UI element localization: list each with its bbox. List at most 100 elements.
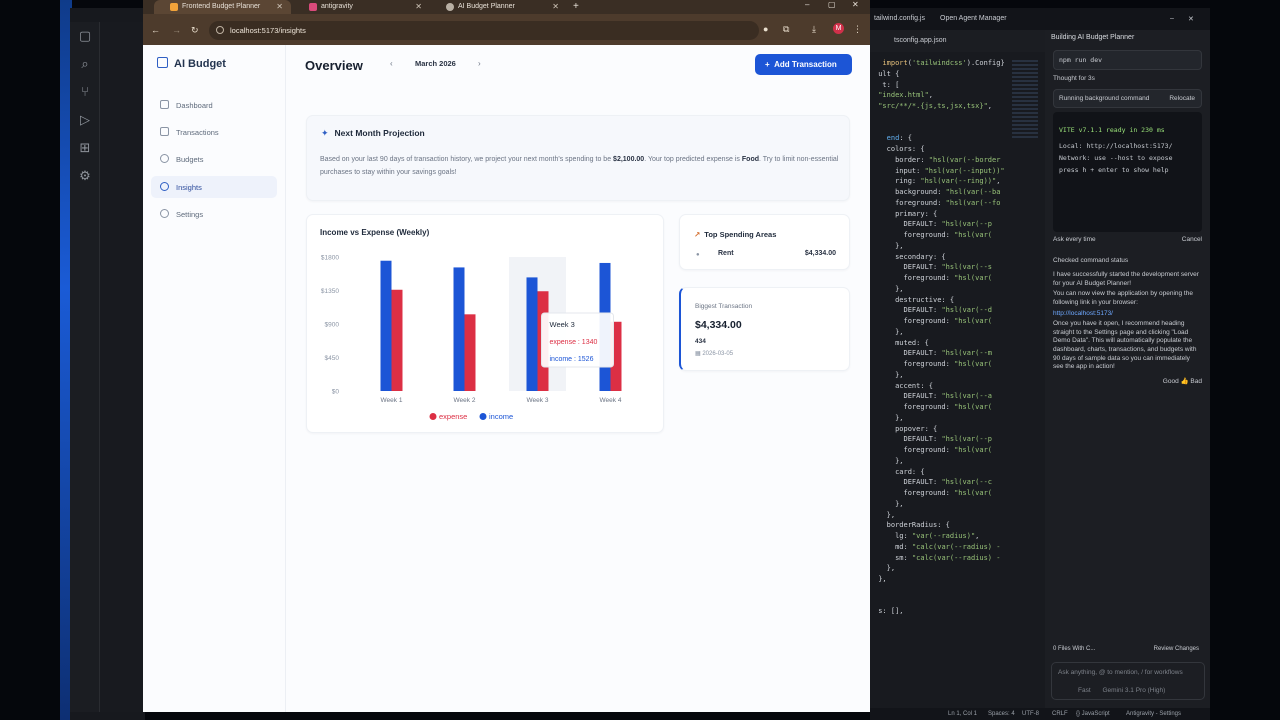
agent-input[interactable]: Ask anything, @ to mention, / for workfl… (1058, 669, 1183, 676)
maximize-icon[interactable]: ▢ (828, 0, 836, 9)
agent-terminal: VITE v7.1.1 ready in 230 ms Local: http:… (1053, 111, 1202, 232)
cancel-button[interactable]: Cancel (1182, 236, 1202, 243)
dashboard-icon (160, 100, 169, 109)
run-icon[interactable]: ▷ (70, 106, 100, 134)
files-changed[interactable]: 0 Files With C... (1053, 646, 1095, 652)
status-spaces[interactable]: Spaces: 4 (988, 711, 1015, 717)
good-button[interactable]: Good (1163, 378, 1179, 385)
extension-icon[interactable]: ● (763, 24, 768, 34)
top-spending-card: ↗ Top Spending Areas ● Rent $4,334.00 (679, 214, 850, 270)
file-tab-tailwind[interactable]: tailwind.config.js (874, 15, 925, 22)
running-command-label: Running background command (1059, 94, 1150, 102)
model-select[interactable]: Gemini 3.1 Pro (High) (1102, 687, 1165, 694)
sidebar-item-settings[interactable]: Settings (151, 203, 277, 225)
open-agent-manager-button[interactable]: Open Agent Manager (940, 15, 1007, 22)
mode-select[interactable]: Fast (1078, 687, 1091, 694)
status-encoding[interactable]: UTF-8 (1022, 711, 1039, 717)
site-info-icon[interactable] (216, 26, 224, 34)
tab-label: AI Budget Planner (458, 3, 515, 10)
puzzle-icon[interactable]: ⧉ (783, 24, 789, 35)
search-icon[interactable]: ⌕ (70, 50, 100, 78)
download-icon[interactable]: ⤓ (812, 24, 816, 35)
new-tab-icon[interactable]: + (573, 1, 579, 12)
projection-text: Based on your last 90 days of transactio… (320, 153, 845, 179)
wallet-icon (157, 57, 168, 68)
status-eol[interactable]: CRLF (1052, 711, 1068, 717)
profile-avatar[interactable]: M (833, 23, 844, 34)
brand[interactable]: AI Budget (157, 57, 226, 70)
nav-label: Dashboard (176, 101, 213, 110)
relocate-button[interactable]: Relocate (1169, 95, 1195, 102)
projection-text-part: . Your top predicted expense is (644, 156, 742, 163)
forward-icon[interactable]: → (172, 25, 181, 35)
next-month-button[interactable]: › (478, 59, 481, 68)
receipt-icon (160, 127, 169, 136)
browser-window: Frontend Budget Planner ✕ antigravity ✕ … (143, 0, 870, 712)
bad-button[interactable]: Bad (1190, 378, 1202, 385)
tab-strip: Frontend Budget Planner ✕ antigravity ✕ … (143, 0, 870, 14)
prev-month-button[interactable]: ‹ (390, 59, 393, 68)
browser-menu-icon[interactable]: ⋮ (853, 24, 862, 35)
extensions-icon[interactable]: ⊞ (70, 134, 100, 162)
tab-close-icon[interactable]: ✕ (276, 2, 283, 11)
sidebar-item-budgets[interactable]: Budgets (151, 148, 277, 170)
ask-every-time-select[interactable]: Ask every time (1053, 236, 1096, 243)
bar-income-2 (453, 267, 465, 391)
category-dot-icon: ● (696, 252, 700, 258)
agent-msg-3: Once you have it open, I recommend headi… (1053, 320, 1197, 371)
agent-msg-link[interactable]: http://localhost:5173/ (1045, 309, 1210, 320)
url-field[interactable]: localhost:5173/insights (209, 21, 759, 40)
add-transaction-button[interactable]: + Add Transaction (755, 54, 852, 75)
window-close-icon[interactable]: ✕ (1188, 15, 1194, 23)
sidebar: AI Budget Dashboard Transactions Budgets… (143, 45, 286, 712)
checked-status: Checked command status (1053, 256, 1129, 264)
y-tick-label: $450 (325, 355, 340, 362)
status-settings[interactable]: Antigravity - Settings (1126, 711, 1181, 717)
budget-app: AI Budget Dashboard Transactions Budgets… (143, 45, 870, 712)
minimize-icon[interactable]: – (805, 0, 809, 9)
file-tab-tsconfig[interactable]: tsconfig.app.json (894, 37, 947, 44)
agent-thought[interactable]: Thought for 3s (1045, 74, 1210, 85)
sidebar-item-insights[interactable]: Insights (151, 176, 277, 198)
tab-favicon-icon (309, 3, 317, 11)
code-editor[interactable]: import('tailwindcss').Config} ult { t: [… (870, 52, 1045, 712)
reload-icon[interactable]: ↻ (191, 25, 199, 36)
status-position[interactable]: Ln 1, Col 1 (948, 711, 977, 717)
explorer-icon[interactable]: ▢ (70, 22, 100, 50)
status-language[interactable]: {} JavaScript (1076, 711, 1110, 717)
codex-panel (100, 22, 145, 712)
add-transaction-label: Add Transaction (774, 60, 837, 69)
bar-expense-1 (391, 289, 403, 391)
biggest-transaction-card: Biggest Transaction $4,334.00 434 ▦ 2026… (679, 287, 850, 371)
income-expense-chart[interactable]: $0 $450 $900 $1350 $1800 Week 1 Week 2 Week 3 We… (307, 245, 665, 431)
trending-up-icon: ↗ (694, 230, 701, 239)
code-minimap[interactable] (1012, 60, 1038, 140)
close-window-icon[interactable]: ✕ (852, 0, 859, 9)
bar-income-1 (380, 260, 392, 391)
tooltip-income: income : 1526 (550, 356, 594, 363)
sidebar-item-dashboard[interactable]: Dashboard (151, 94, 277, 116)
activity-bar: ▢ ⌕ ⑂ ▷ ⊞ ⚙ (70, 22, 100, 712)
codex-icon[interactable]: ⚙ (70, 162, 100, 190)
tab-close-icon[interactable]: ✕ (552, 2, 559, 11)
x-tick-label: Week 4 (600, 397, 622, 404)
thumbs-up-icon[interactable]: 👍 (1181, 378, 1189, 385)
window-minimize-icon[interactable]: – (1170, 15, 1174, 22)
tab-favicon-icon (170, 3, 178, 11)
running-command-box: Running background command Relocate (1053, 88, 1202, 108)
tab-close-icon[interactable]: ✕ (415, 2, 422, 11)
bar-expense-2 (464, 314, 476, 391)
back-icon[interactable]: ← (151, 25, 160, 35)
nav-label: Insights (176, 183, 202, 192)
review-changes-button[interactable]: Review Changes (1154, 646, 1199, 652)
projection-category: Food (741, 156, 759, 163)
topbar: Overview ‹ March 2026 › + Add Transactio… (286, 45, 870, 85)
source-control-icon[interactable]: ⑂ (70, 78, 100, 106)
tab-frontend-budget-planner[interactable]: Frontend Budget Planner ✕ (154, 0, 291, 14)
biggest-amount: $4,334.00 (695, 319, 742, 331)
projection-title-row: ✦ Next Month Projection (321, 128, 425, 139)
tab-antigravity[interactable]: antigravity ✕ (293, 0, 430, 14)
sidebar-item-transactions[interactable]: Transactions (151, 121, 277, 143)
projection-text-part: Based on your last 90 days of transactio… (320, 156, 614, 163)
tab-ai-budget-planner[interactable]: AI Budget Planner ✕ (430, 0, 567, 14)
